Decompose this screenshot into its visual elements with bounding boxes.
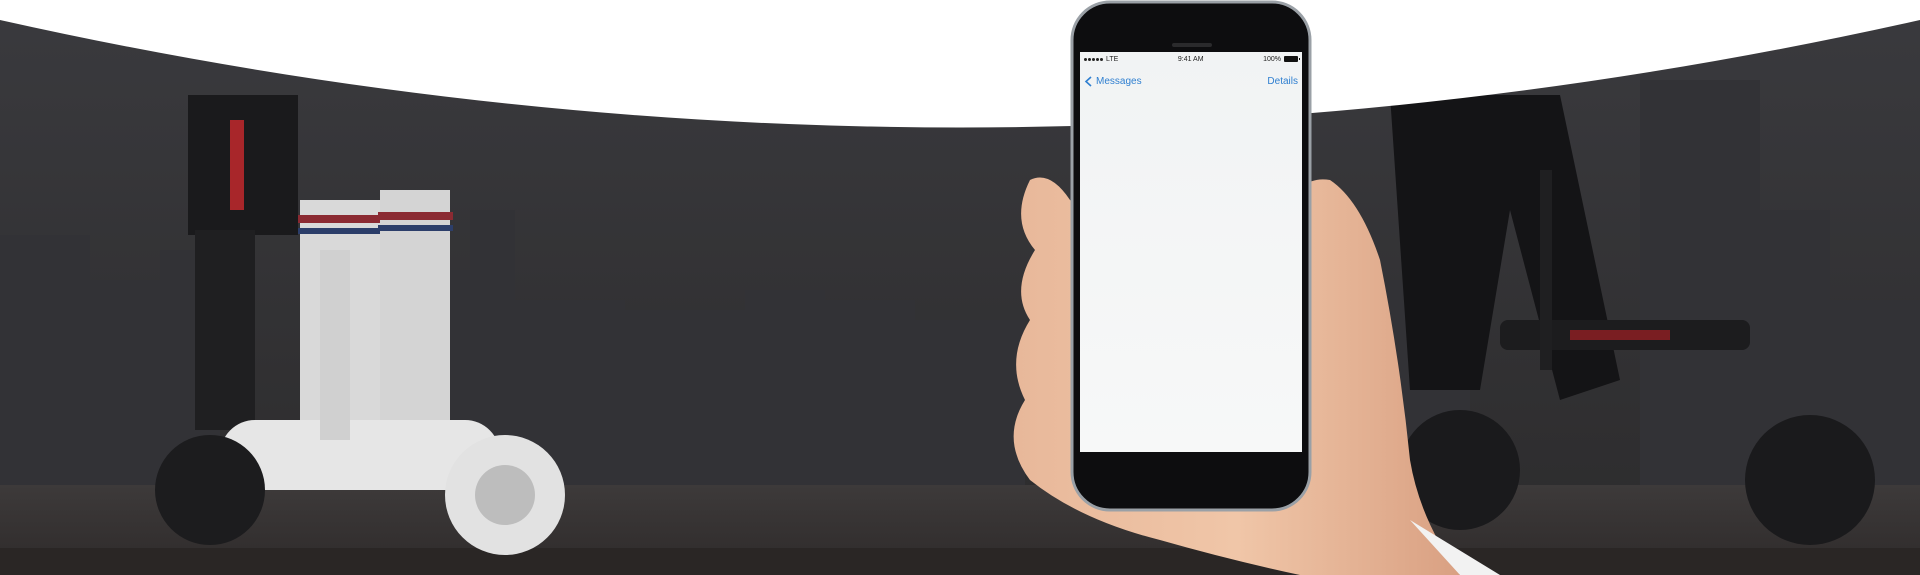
battery-icon (1283, 56, 1300, 62)
status-bar: LTE 9:41 AM 100% (1080, 52, 1302, 66)
details-button[interactable]: Details (1267, 76, 1298, 87)
back-button-label: Messages (1096, 75, 1142, 87)
messages-nav-bar: Messages Details (1080, 70, 1302, 92)
phone-screen: LTE 9:41 AM 100% Messages Details (1080, 52, 1302, 452)
signal-dots-icon (1084, 57, 1103, 61)
chevron-left-icon (1084, 75, 1092, 87)
back-button[interactable]: Messages (1084, 76, 1142, 87)
carrier-label: LTE (1106, 55, 1119, 63)
status-time: 9:41 AM (1177, 55, 1204, 63)
hero-background (0, 0, 1920, 575)
battery-percent: 100% (1263, 55, 1281, 63)
